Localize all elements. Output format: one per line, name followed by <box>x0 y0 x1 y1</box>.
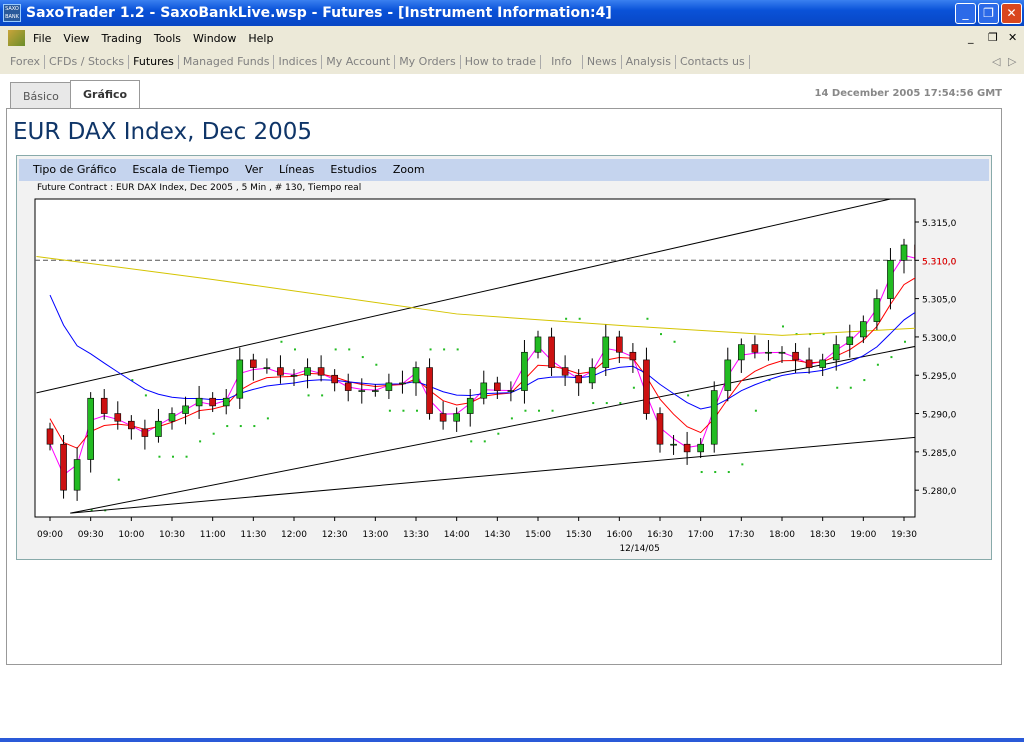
nav-how-to-trade[interactable]: How to trade <box>461 55 542 69</box>
menu-view[interactable]: View <box>63 27 89 50</box>
window-title: SaxoTrader 1.2 - SaxoBankLive.wsp - Futu… <box>26 5 612 21</box>
chart-menu-timescale[interactable]: Escala de Tiempo <box>132 159 229 181</box>
chart-subtitle: Future Contract : EUR DAX Index, Dec 200… <box>37 183 362 193</box>
nav-contacts[interactable]: Contacts us <box>676 55 750 69</box>
chart-container: Tipo de Gráfico Escala de Tiempo Ver Líneas… <box>16 155 992 560</box>
saxo-logo-icon: SAXO BANK <box>3 4 21 22</box>
chart-menu-studies[interactable]: Estudios <box>330 159 376 181</box>
close-button[interactable]: ✕ <box>1001 3 1022 24</box>
status-bar <box>0 738 1024 742</box>
nav-managed-funds[interactable]: Managed Funds <box>179 55 275 69</box>
chart-menu-lines[interactable]: Líneas <box>279 159 314 181</box>
menu-tools[interactable]: Tools <box>154 27 181 50</box>
mdi-minimize-button[interactable]: _ <box>968 31 974 44</box>
timestamp: 14 December 2005 17:54:56 GMT <box>814 88 1003 99</box>
scroll-left-icon[interactable]: ◁ <box>992 52 1000 72</box>
chart-menu-view[interactable]: Ver <box>245 159 263 181</box>
menu-window[interactable]: Window <box>193 27 236 50</box>
page-title: EUR DAX Index, Dec 2005 <box>13 119 313 145</box>
instrument-window: Básico Gráfico 14 December 2005 17:54:56… <box>0 74 1024 738</box>
nav-forex[interactable]: Forex <box>6 55 46 69</box>
tab-grafico[interactable]: Gráfico <box>70 80 141 110</box>
scroll-right-icon[interactable]: ▷ <box>1008 52 1016 72</box>
minimize-button[interactable]: _ <box>955 3 976 24</box>
nav-futures[interactable]: Futures <box>129 55 179 69</box>
chart-toolbar: Tipo de Gráfico Escala de Tiempo Ver Líneas… <box>19 159 989 181</box>
mdi-restore-button[interactable]: ❐ <box>988 31 998 44</box>
menu-trading[interactable]: Trading <box>102 27 142 50</box>
app-chart-icon <box>8 30 25 46</box>
chart-menu-zoom[interactable]: Zoom <box>393 159 425 181</box>
maximize-button[interactable]: ❐ <box>978 3 999 24</box>
chart-menu-type[interactable]: Tipo de Gráfico <box>33 159 116 181</box>
nav-info[interactable]: Info <box>541 55 583 69</box>
nav-news[interactable]: News <box>583 55 622 69</box>
menu-bar: File View Trading Tools Window Help _ ❐ ✕ <box>0 27 1024 50</box>
mdi-close-button[interactable]: ✕ <box>1008 31 1017 44</box>
nav-my-orders[interactable]: My Orders <box>395 55 461 69</box>
product-nav: Forex CFDs / Stocks Futures Managed Funds In… <box>0 52 1024 72</box>
nav-indices[interactable]: Indices <box>274 55 323 69</box>
tab-basico[interactable]: Básico <box>10 82 72 109</box>
nav-cfds[interactable]: CFDs / Stocks <box>45 55 130 69</box>
title-bar: SaxoTrader 1.2 - SaxoBankLive.wsp - Futu… <box>0 0 1024 26</box>
nav-analysis[interactable]: Analysis <box>622 55 676 69</box>
menu-help[interactable]: Help <box>248 27 273 50</box>
nav-my-account[interactable]: My Account <box>322 55 396 69</box>
chart-panel: EUR DAX Index, Dec 2005 Tipo de Gráfico E… <box>6 108 1002 665</box>
menu-file[interactable]: File <box>33 27 51 50</box>
